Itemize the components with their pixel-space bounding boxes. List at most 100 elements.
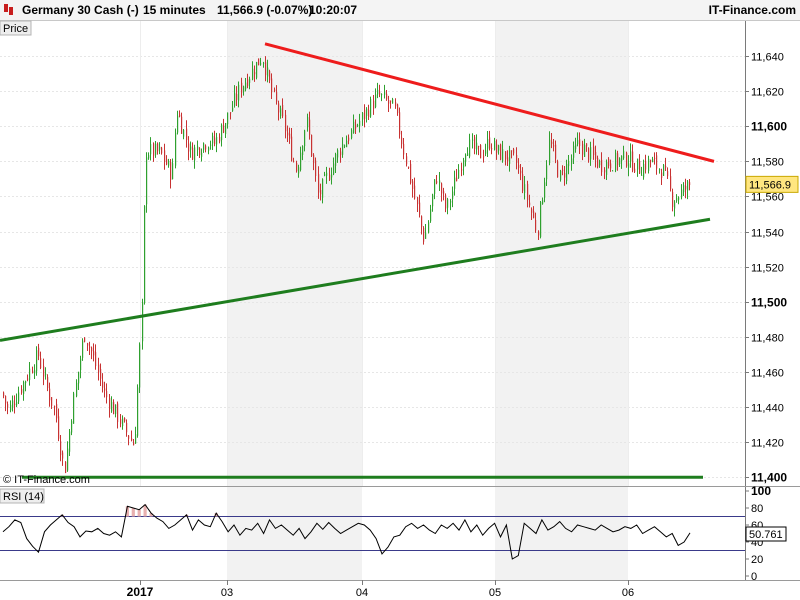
candle-body (221, 125, 223, 141)
candle-body (494, 141, 496, 150)
candle-body (678, 197, 680, 200)
candle-body (562, 169, 564, 171)
candle-body (628, 163, 630, 168)
candle-body (161, 147, 163, 154)
candle-body (586, 143, 588, 147)
candle (84, 337, 86, 343)
chart-root: Germany 30 Cash (-) 15 minutes 11,566.9 … (0, 0, 800, 599)
candle-body (168, 160, 170, 166)
candle-body (183, 129, 185, 137)
candle-body (667, 171, 669, 177)
candle-body (450, 201, 452, 203)
candle-body (500, 144, 502, 160)
candle-body (324, 174, 326, 176)
candle-body (674, 202, 676, 209)
candle-body (623, 150, 625, 159)
candle-body (412, 181, 414, 190)
price-tick-label: 11,420 (751, 438, 784, 450)
candle-body (417, 197, 419, 205)
candle-body (474, 137, 476, 150)
candle-body (430, 209, 432, 222)
candle-body (230, 112, 232, 114)
candle-body (188, 143, 190, 152)
candle-body (326, 172, 328, 176)
candle-body (505, 151, 507, 160)
time-tick-label: 04 (356, 587, 368, 599)
candle (540, 201, 542, 239)
candle-body (175, 132, 177, 166)
candle (146, 152, 148, 213)
candle-body (124, 417, 126, 422)
rsi-tab[interactable]: RSI (14) (0, 488, 45, 504)
candle-body (434, 179, 436, 194)
candle-body (65, 461, 67, 473)
candle-body (263, 62, 265, 64)
time-tick-label: 06 (622, 587, 634, 599)
candle-body (157, 143, 159, 152)
candle-body (566, 163, 568, 182)
candle-body (34, 370, 36, 374)
candle-body (522, 174, 524, 191)
candle-body (236, 94, 238, 100)
candle-body (89, 346, 91, 348)
candle-body (670, 176, 672, 189)
candle-body (472, 139, 474, 141)
candle-body (309, 119, 311, 135)
price-tab[interactable]: Price (0, 20, 32, 36)
candle-body (181, 116, 183, 134)
candle-body (496, 144, 498, 153)
candle-body (25, 381, 27, 384)
rsi-tick-label: 0 (751, 571, 757, 583)
candle-body (454, 177, 456, 189)
candle-body (139, 344, 141, 388)
candle-body (342, 143, 344, 155)
candle-body (166, 159, 168, 165)
price-panel: 11,400 11,420 11,440 11,460 11,480 11,500 11,5… (0, 20, 799, 486)
candle-body (216, 136, 218, 145)
candle-body (571, 158, 573, 164)
rsi-panel: 100806040200 RSI (14) 50.761 (0, 484, 787, 583)
candle-body (300, 152, 302, 170)
candle-body (553, 145, 555, 147)
candle-body (568, 161, 570, 167)
candle-body (351, 130, 353, 139)
candle-body (177, 115, 179, 133)
candle-body (71, 421, 73, 433)
candle-body (109, 398, 111, 409)
candle-body (535, 220, 537, 231)
candle-body (641, 174, 643, 176)
candle-body (608, 158, 610, 167)
candle-body (619, 158, 621, 165)
candle-body (87, 343, 89, 346)
candle-body (498, 145, 500, 151)
candle-body (280, 108, 282, 116)
candle (36, 346, 38, 376)
candle-body (155, 143, 157, 155)
candle-body (12, 400, 14, 408)
candle-body (403, 143, 405, 155)
candle-body (406, 156, 408, 165)
candle-body (408, 166, 410, 168)
candle-body (584, 145, 586, 157)
candle-body (315, 160, 317, 177)
candle-body (612, 170, 614, 172)
candle-body (60, 441, 62, 456)
candle-body (21, 389, 23, 393)
candle-body (348, 137, 350, 141)
candle (258, 58, 260, 66)
candle-body (606, 161, 608, 175)
time-label: 10:20:07 (309, 3, 357, 17)
candle-body (293, 161, 295, 163)
candle-body (243, 86, 245, 92)
candle-body (249, 78, 251, 83)
candle-body (648, 158, 650, 171)
candle-body (637, 158, 639, 170)
candle-body (82, 340, 84, 358)
candle-body (428, 222, 430, 233)
candle-body (38, 347, 40, 357)
candle-body (137, 387, 139, 436)
candle-body (432, 194, 434, 207)
candle-body (223, 125, 225, 133)
candle-body (58, 416, 60, 439)
candle-body (234, 93, 236, 106)
